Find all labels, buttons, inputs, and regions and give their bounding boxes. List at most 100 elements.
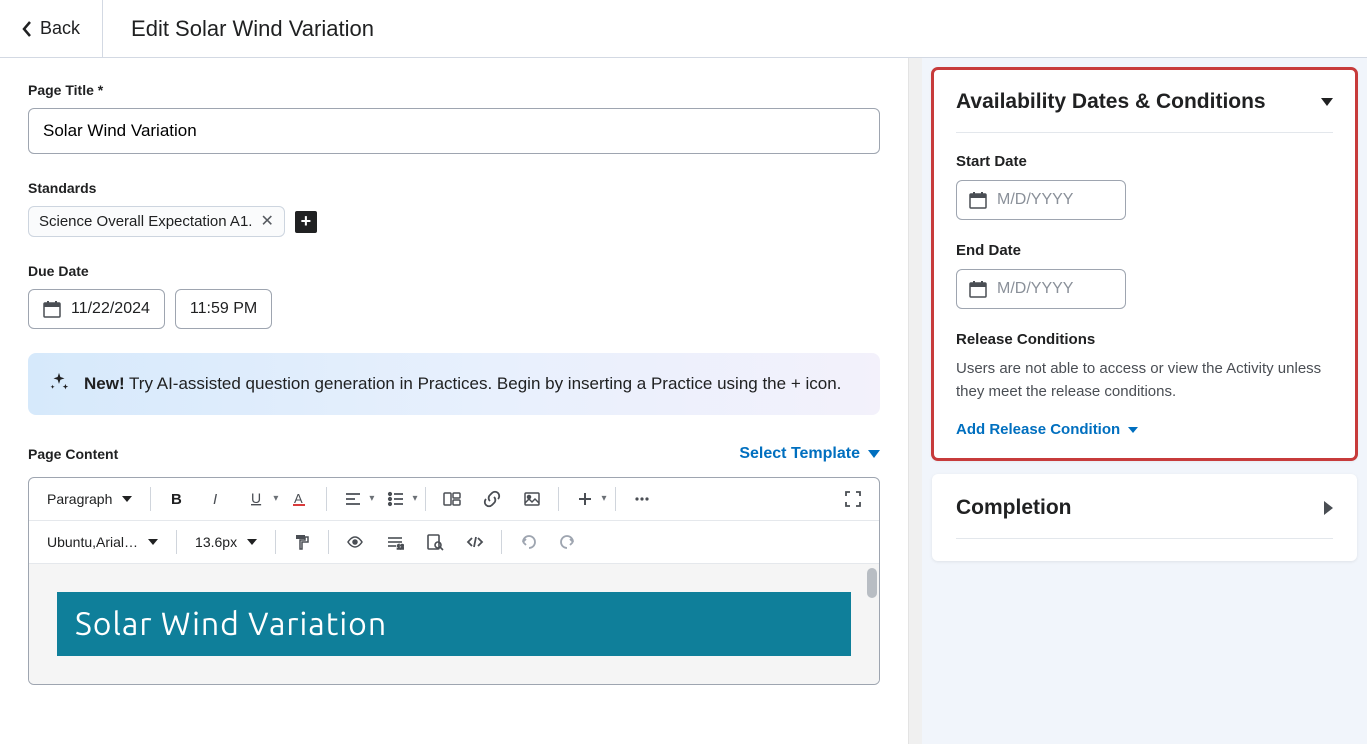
chevron-right-icon [1324, 501, 1333, 515]
close-icon[interactable]: ✕ [260, 214, 273, 230]
block-style-label: Paragraph [47, 491, 112, 507]
due-time-input[interactable]: 11:59 PM [175, 289, 272, 329]
banner-body: Try AI-assisted question generation in P… [125, 374, 842, 393]
end-date-input[interactable]: M/D/YYYY [956, 269, 1126, 309]
completion-panel: Completion [932, 474, 1357, 561]
separator [150, 487, 151, 511]
more-button[interactable] [624, 484, 660, 514]
due-date-input[interactable]: 11/22/2024 [28, 289, 165, 329]
add-release-label: Add Release Condition [956, 421, 1120, 438]
svg-text:A: A [294, 491, 303, 506]
accessibility-button[interactable] [337, 527, 373, 557]
insert-element-button[interactable] [434, 484, 470, 514]
source-code-button[interactable] [457, 527, 493, 557]
start-date-label: Start Date [956, 153, 1333, 170]
banner-text: New! Try AI-assisted question generation… [84, 371, 841, 397]
separator [425, 487, 426, 511]
vertical-scrollbar[interactable] [908, 58, 922, 744]
italic-button[interactable]: I [199, 484, 235, 514]
chevron-down-icon [1321, 98, 1333, 106]
calendar-icon [969, 191, 987, 209]
scrollbar-thumb[interactable] [867, 568, 877, 598]
due-time-value: 11:59 PM [190, 300, 257, 318]
preview-button[interactable] [417, 527, 453, 557]
chevron-left-icon [22, 20, 32, 38]
standards-label: Standards [28, 180, 880, 196]
top-bar: Back Edit Solar Wind Variation [0, 0, 1367, 58]
ai-banner: New! Try AI-assisted question generation… [28, 353, 880, 415]
due-date-label: Due Date [28, 263, 880, 279]
separator [558, 487, 559, 511]
banner-new-badge: New! [84, 374, 125, 393]
separator [326, 487, 327, 511]
list-button[interactable] [378, 484, 414, 514]
chevron-down-icon [868, 450, 880, 458]
release-conditions-desc: Users are not able to access or view the… [956, 358, 1333, 403]
svg-text:U: U [251, 490, 261, 506]
start-date-input[interactable]: M/D/YYYY [956, 180, 1126, 220]
font-size-label: 13.6px [195, 534, 237, 550]
select-template-button[interactable]: Select Template [739, 445, 880, 463]
chevron-down-icon [247, 539, 257, 545]
standard-chip[interactable]: Science Overall Expectation A1. ✕ [28, 206, 285, 237]
release-conditions-label: Release Conditions [956, 331, 1333, 348]
availability-header[interactable]: Availability Dates & Conditions [956, 90, 1333, 133]
editor-body[interactable]: Solar Wind Variation [29, 564, 879, 684]
toolbar-row-2: Ubuntu,Arial… 13.6px 123 [29, 521, 879, 564]
select-template-label: Select Template [739, 445, 860, 463]
align-button[interactable] [335, 484, 371, 514]
add-standard-button[interactable]: + [295, 211, 317, 233]
redo-button[interactable] [550, 527, 586, 557]
chevron-down-icon[interactable]: ▾ [601, 493, 606, 504]
block-style-select[interactable]: Paragraph [37, 485, 142, 513]
rich-text-editor: Paragraph B I U ▾ A ▾ ▾ ▾ [28, 477, 880, 685]
svg-text:123: 123 [397, 545, 404, 551]
separator [275, 530, 276, 554]
completion-title: Completion [956, 496, 1072, 520]
svg-text:I: I [213, 491, 217, 508]
separator [615, 487, 616, 511]
sparkle-icon [48, 371, 70, 393]
fullscreen-button[interactable] [835, 484, 871, 514]
svg-text:B: B [171, 491, 182, 508]
standard-chip-label: Science Overall Expectation A1. [39, 213, 252, 230]
add-release-condition-button[interactable]: Add Release Condition [956, 421, 1333, 438]
content-header: Page Content Select Template [28, 445, 880, 463]
document-heading[interactable]: Solar Wind Variation [57, 592, 851, 656]
text-color-button[interactable]: A [282, 484, 318, 514]
page-title: Edit Solar Wind Variation [103, 16, 402, 42]
left-column: Page Title * Standards Science Overall E… [0, 58, 908, 744]
back-button[interactable]: Back [0, 0, 103, 57]
completion-header[interactable]: Completion [956, 496, 1333, 539]
start-date-placeholder: M/D/YYYY [997, 191, 1073, 209]
underline-button[interactable]: U [239, 484, 275, 514]
chevron-down-icon [148, 539, 158, 545]
calendar-icon [43, 300, 61, 318]
due-date-value: 11/22/2024 [71, 300, 150, 318]
word-count-button[interactable]: 123 [377, 527, 413, 557]
bold-button[interactable]: B [159, 484, 195, 514]
chevron-down-icon[interactable]: ▾ [369, 493, 374, 504]
separator [176, 530, 177, 554]
main-layout: Page Title * Standards Science Overall E… [0, 58, 1367, 744]
back-label: Back [40, 18, 80, 39]
page-content-label: Page Content [28, 446, 118, 462]
undo-button[interactable] [510, 527, 546, 557]
link-button[interactable] [474, 484, 510, 514]
availability-panel: Availability Dates & Conditions Start Da… [932, 68, 1357, 460]
insert-more-button[interactable] [567, 484, 603, 514]
font-size-select[interactable]: 13.6px [185, 528, 267, 556]
end-date-placeholder: M/D/YYYY [997, 280, 1073, 298]
chevron-down-icon[interactable]: ▾ [412, 493, 417, 504]
separator [501, 530, 502, 554]
page-title-input[interactable] [28, 108, 880, 154]
toolbar-row-1: Paragraph B I U ▾ A ▾ ▾ ▾ [29, 478, 879, 521]
separator [328, 530, 329, 554]
chevron-down-icon[interactable]: ▾ [273, 493, 278, 504]
font-family-select[interactable]: Ubuntu,Arial… [37, 528, 168, 556]
format-painter-button[interactable] [284, 527, 320, 557]
calendar-icon [969, 280, 987, 298]
availability-title: Availability Dates & Conditions [956, 90, 1266, 114]
due-date-row: 11/22/2024 11:59 PM [28, 289, 880, 329]
image-button[interactable] [514, 484, 550, 514]
